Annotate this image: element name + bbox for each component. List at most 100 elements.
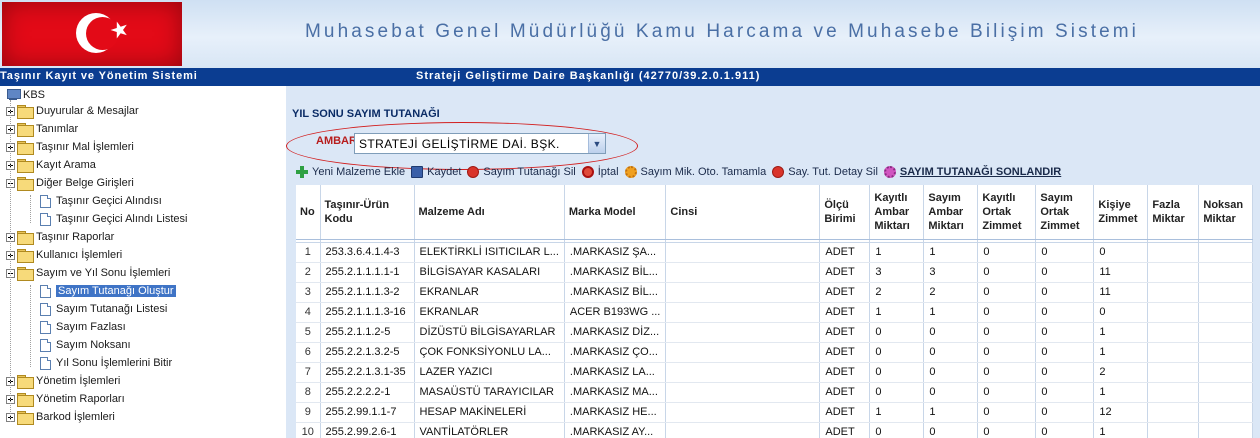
cell-brand: .MARKASIZ DİZ... — [564, 322, 667, 343]
sidebar-item[interactable]: Duyurular & Mesajlar — [6, 102, 139, 120]
cell-count-shared[interactable]: 0 — [1035, 322, 1095, 343]
table-row[interactable]: 4 255.2.1.1.1.3-16 EKRANLAR ACER B193WG ...… — [296, 302, 1254, 323]
sidebar-item[interactable]: Yönetim Raporları — [6, 390, 125, 408]
sidebar-item[interactable]: Sayım Tutanağı Listesi — [40, 300, 167, 318]
sidebar-item[interactable]: Tanımlar — [6, 120, 78, 138]
sidebar-item-label: Diğer Belge Girişleri — [36, 177, 134, 189]
col-surplus[interactable]: Fazla Miktar — [1147, 185, 1200, 240]
delete-detail-button[interactable]: Say. Tut. Detay Sil — [772, 166, 878, 178]
inventory-table: No Taşınır-Ürün Kodu Malzeme Adı Marka M… — [296, 185, 1254, 438]
cell-code: 255.2.1.1.1.1-1 — [320, 262, 415, 283]
cell-code: 255.2.2.1.3.1-35 — [320, 362, 415, 383]
col-count-shared[interactable]: Sayım Ortak Zimmet — [1035, 185, 1095, 240]
delete-report-button[interactable]: Sayım Tutanağı Sil — [467, 166, 576, 178]
sidebar-item[interactable]: Taşınır Raporlar — [6, 228, 114, 246]
cell-count-depot[interactable]: 3 — [923, 262, 979, 283]
sidebar-item[interactable]: Taşınır Mal İşlemleri — [6, 138, 134, 156]
cell-count-depot[interactable]: 1 — [923, 302, 979, 323]
col-brand[interactable]: Marka Model — [564, 185, 667, 240]
add-material-label: Yeni Malzeme Ekle — [312, 166, 406, 178]
sidebar-item[interactable]: Kayıt Arama — [6, 156, 96, 174]
cell-count-depot[interactable]: 1 — [923, 242, 979, 263]
cell-reg-shared: 0 — [977, 302, 1037, 323]
sidebar-item[interactable]: Barkod İşlemleri — [6, 408, 115, 426]
context-bar: Taşınır Kayıt ve Yönetim Sistemi Stratej… — [0, 68, 1260, 86]
finish-report-button[interactable]: SAYIM TUTANAĞI SONLANDIR — [883, 166, 1062, 178]
save-button[interactable]: Kaydet — [411, 166, 461, 178]
table-row[interactable]: 2 255.2.1.1.1.1-1 BİLGİSAYAR KASALARI .MARK… — [296, 262, 1254, 283]
cell-name: LAZER YAZICI — [414, 362, 565, 383]
sidebar-item-label: Sayım Tutanağı Listesi — [56, 303, 168, 315]
cell-brand: .MARKASIZ LA... — [564, 362, 667, 383]
cell-count-shared[interactable]: 0 — [1035, 382, 1095, 403]
cancel-button[interactable]: İptal — [581, 166, 619, 178]
table-row[interactable]: 7 255.2.2.1.3.1-35 LAZER YAZICI .MARKASIZ L… — [296, 362, 1254, 383]
cell-no: 9 — [296, 402, 321, 423]
add-material-button[interactable]: Yeni Malzeme Ekle — [296, 166, 405, 178]
cell-surplus — [1147, 382, 1200, 403]
sidebar-item[interactable]: Yönetim İşlemleri — [6, 372, 120, 390]
table-row[interactable]: 10 255.2.99.2.6-1 VANTİLATÖRLER .MARKASIZ A… — [296, 422, 1254, 438]
cell-count-depot[interactable]: 0 — [923, 382, 979, 403]
cell-count-depot[interactable]: 0 — [923, 362, 979, 383]
cell-count-shared[interactable]: 0 — [1035, 302, 1095, 323]
auto-fill-button[interactable]: Sayım Mik. Oto. Tamamla — [624, 166, 766, 178]
cell-reg-depot: 3 — [869, 262, 925, 283]
cell-code: 253.3.6.4.1.4-3 — [320, 242, 415, 263]
sidebar-item[interactable]: Sayım Fazlası — [40, 318, 126, 336]
cell-count-depot[interactable]: 0 — [923, 422, 979, 438]
sidebar-item[interactable]: Taşınır Geçici Alındı Listesi — [40, 210, 187, 228]
cell-surplus — [1147, 242, 1200, 263]
cell-count-shared[interactable]: 0 — [1035, 402, 1095, 423]
cell-reg-shared: 0 — [977, 282, 1037, 303]
sidebar-item[interactable]: Sayım ve Yıl Sonu İşlemleri — [6, 264, 170, 282]
cell-type — [665, 382, 821, 403]
col-count-depot[interactable]: Sayım Ambar Miktarı — [923, 185, 979, 240]
col-no[interactable]: No — [296, 185, 321, 240]
col-type[interactable]: Cinsi — [665, 185, 821, 240]
cell-count-shared[interactable]: 0 — [1035, 342, 1095, 363]
sidebar-item[interactable]: Yıl Sonu İşlemlerini Bitir — [40, 354, 172, 372]
cell-count-depot[interactable]: 2 — [923, 282, 979, 303]
finish-report-label: SAYIM TUTANAĞI SONLANDIR — [899, 166, 1062, 178]
table-row[interactable]: 6 255.2.2.1.3.2-5 ÇOK FONKSİYONLU LA... .MA… — [296, 342, 1254, 363]
col-code[interactable]: Taşınır-Ürün Kodu — [320, 185, 415, 240]
table-row[interactable]: 5 255.2.1.1.2-5 DİZÜSTÜ BİLGİSAYARLAR .MARK… — [296, 322, 1254, 343]
cell-count-shared[interactable]: 0 — [1035, 282, 1095, 303]
sidebar-item[interactable]: Sayım Noksanı — [40, 336, 131, 354]
sidebar-item[interactable]: Kullanıcı İşlemleri — [6, 246, 122, 264]
system-name: Taşınır Kayıt ve Yönetim Sistemi — [0, 70, 198, 82]
cell-surplus — [1147, 302, 1200, 323]
table-row[interactable]: 1 253.3.6.4.1.4-3 ELEKTİRKLİ ISITICILAR L.… — [296, 242, 1254, 263]
cell-count-shared[interactable]: 0 — [1035, 422, 1095, 438]
cell-personal: 1 — [1093, 342, 1149, 363]
sidebar-item[interactable]: Diğer Belge Girişleri — [6, 174, 134, 192]
cell-unit: ADET — [819, 402, 871, 423]
cell-count-shared[interactable]: 0 — [1035, 362, 1095, 383]
cell-name: ÇOK FONKSİYONLU LA... — [414, 342, 565, 363]
cell-count-depot[interactable]: 0 — [923, 342, 979, 363]
col-reg-shared[interactable]: Kayıtlı Ortak Zimmet — [977, 185, 1037, 240]
cell-count-shared[interactable]: 0 — [1035, 262, 1095, 283]
col-reg-depot[interactable]: Kayıtlı Ambar Miktarı — [869, 185, 925, 240]
ambar-select[interactable]: STRATEJİ GELİŞTİRME DAİ. BŞK. ▼ — [354, 133, 606, 154]
sidebar-item[interactable]: Taşınır Geçici Alındısı — [40, 192, 162, 210]
tree-guide-line — [30, 195, 31, 223]
col-name[interactable]: Malzeme Adı — [414, 185, 565, 240]
cell-count-depot[interactable]: 0 — [923, 322, 979, 343]
table-row[interactable]: 8 255.2.2.2.2-1 MASAÜSTÜ TARAYICILAR .MARKA… — [296, 382, 1254, 403]
document-icon — [40, 320, 51, 334]
sidebar-item[interactable]: Sayım Tutanağı Oluştur — [40, 282, 176, 300]
col-deficit[interactable]: Noksan Miktar — [1198, 185, 1254, 240]
cell-code: 255.2.2.1.3.2-5 — [320, 342, 415, 363]
turkish-flag-logo: ★ — [2, 2, 182, 66]
col-personal[interactable]: Kişiye Zimmet — [1093, 185, 1149, 240]
cell-unit: ADET — [819, 422, 871, 438]
table-row[interactable]: 3 255.2.1.1.1.3-2 EKRANLAR .MARKASIZ BİL...… — [296, 282, 1254, 303]
cell-count-depot[interactable]: 1 — [923, 402, 979, 423]
cell-count-shared[interactable]: 0 — [1035, 242, 1095, 263]
chevron-down-icon[interactable]: ▼ — [588, 134, 605, 153]
table-row[interactable]: 9 255.2.99.1.1-7 HESAP MAKİNELERİ .MARKASIZ… — [296, 402, 1254, 423]
cell-type — [665, 302, 821, 323]
col-unit[interactable]: Ölçü Birimi — [819, 185, 871, 240]
